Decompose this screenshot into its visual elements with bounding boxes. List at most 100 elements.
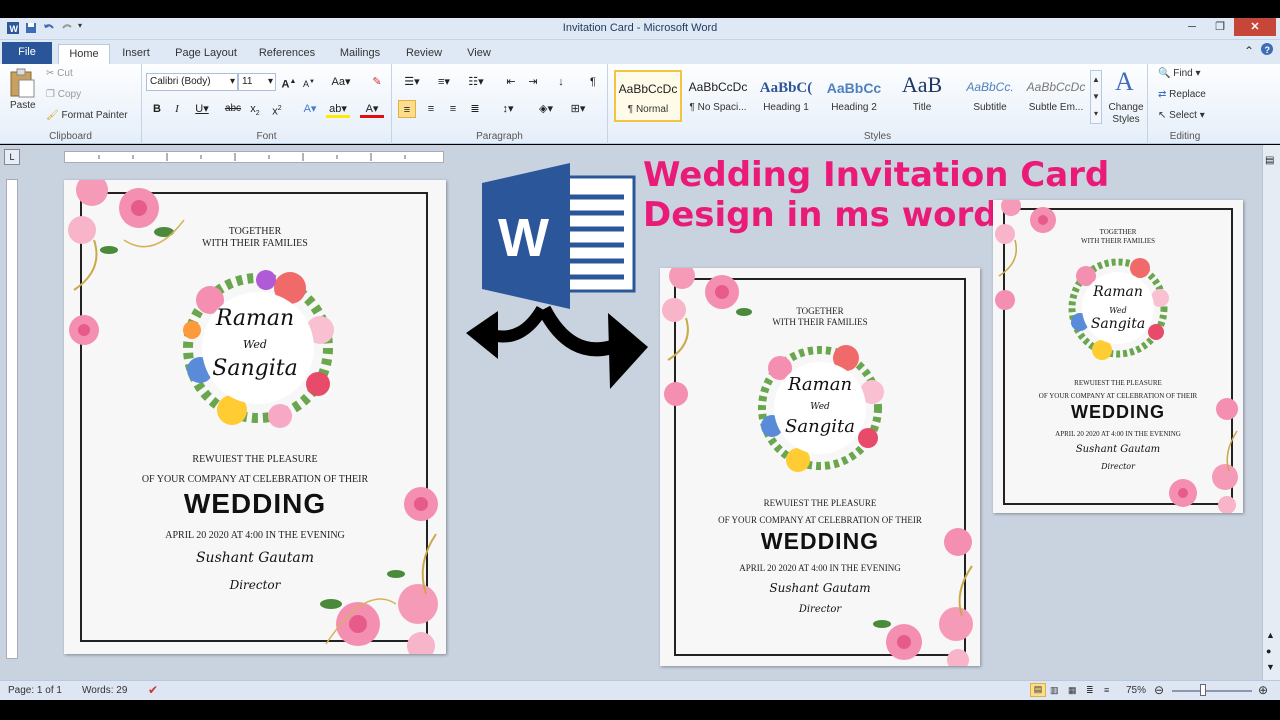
change-styles-icon[interactable]: A (1112, 66, 1142, 99)
tab-review[interactable]: Review (398, 44, 450, 64)
tab-file[interactable]: File (2, 42, 52, 64)
invitation-card-large[interactable]: TOGETHER WITH THEIR FAMILIES Raman Wed S… (64, 180, 446, 654)
find-button[interactable]: 🔍 Find ▾ (1158, 68, 1201, 79)
grow-font-icon[interactable]: A▲ (280, 73, 298, 91)
close-button[interactable]: ✕ (1234, 18, 1276, 36)
style-subtle-emphasis[interactable]: AaBbCcDc Subtle Em... (1022, 70, 1090, 122)
align-left-icon[interactable]: ≡ (398, 100, 416, 118)
card-together: TOGETHER (228, 226, 282, 237)
collapse-ribbon-icon[interactable]: ⌃ (1244, 44, 1254, 58)
format-painter-button[interactable]: 🖌 Format Painter (46, 110, 128, 121)
word-count[interactable]: Words: 29 (82, 685, 127, 696)
invitation-card-small[interactable]: TOGETHER WITH THEIR FAMILIES Raman Wed S… (993, 200, 1243, 513)
copy-label: Copy (57, 89, 82, 100)
tab-home[interactable]: Home (58, 44, 110, 64)
previous-page-icon[interactable]: ▲ (1266, 630, 1275, 640)
numbering-icon[interactable]: ≡▾ (432, 73, 456, 91)
horizontal-ruler[interactable] (64, 151, 444, 163)
clear-formatting-icon[interactable]: ✎ (368, 73, 386, 91)
select-button[interactable]: ↖ Select ▾ (1158, 110, 1205, 121)
next-page-icon[interactable]: ▼ (1266, 662, 1275, 672)
minimize-button[interactable]: ─ (1178, 18, 1206, 36)
paste-button[interactable]: Paste (10, 100, 36, 111)
style-subtitle[interactable]: AaBbCc. Subtitle (956, 70, 1024, 122)
decrease-indent-icon[interactable]: ⇤ (502, 73, 520, 91)
change-case-icon[interactable]: Aa▾ (328, 73, 354, 91)
draft-icon[interactable]: ≡ (1104, 685, 1109, 695)
headline-line-2: Design in ms word (643, 195, 998, 235)
bold-icon[interactable]: B (148, 100, 166, 118)
zoom-in-icon[interactable]: ⊕ (1258, 683, 1268, 697)
increase-indent-icon[interactable]: ⇥ (524, 73, 542, 91)
zoom-slider[interactable] (1172, 690, 1252, 692)
multilevel-list-icon[interactable]: ☷▾ (464, 73, 488, 91)
italic-icon[interactable]: I (168, 100, 186, 118)
borders-icon[interactable]: ⊞▾ (566, 100, 590, 118)
tab-page-layout[interactable]: Page Layout (168, 44, 244, 64)
vertical-ruler[interactable] (6, 179, 18, 659)
style-normal[interactable]: AaBbCcDc ¶ Normal (614, 70, 682, 122)
shading-icon[interactable]: ◈▾ (534, 100, 558, 118)
show-formatting-icon[interactable]: ¶ (584, 73, 602, 91)
print-layout-icon[interactable]: ▤ (1030, 683, 1046, 697)
style-heading-2[interactable]: AaBbCc Heading 2 (820, 70, 888, 122)
change-styles-button[interactable]: Change Styles (1106, 102, 1146, 126)
card-together: TOGETHER (1099, 228, 1137, 236)
zoom-out-icon[interactable]: ⊖ (1154, 683, 1164, 697)
replace-button[interactable]: ⇄ Replace (1158, 89, 1206, 100)
card-role: Director (229, 578, 281, 592)
align-right-icon[interactable]: ≡ (444, 100, 462, 118)
cut-button[interactable]: ✂ Cut (46, 68, 73, 79)
card-signer: Sushant Gautam (769, 581, 871, 595)
sort-icon[interactable]: ↓ (552, 73, 570, 91)
underline-icon[interactable]: U▾ (190, 100, 214, 118)
ruler-toggle-icon[interactable]: ▤ (1265, 155, 1277, 169)
vertical-scrollbar[interactable]: ▤ ▲ ● ▼ (1262, 145, 1280, 680)
shrink-font-icon[interactable]: A▼ (300, 73, 318, 91)
styles-group: AaBbCcDc ¶ Normal AaBbCcDc ¶ No Spaci...… (608, 64, 1148, 144)
justify-icon[interactable]: ≣ (466, 100, 484, 118)
page-count[interactable]: Page: 1 of 1 (8, 685, 62, 696)
highlight-color-icon[interactable]: ab▾ (326, 100, 350, 118)
tab-selector[interactable]: L (4, 149, 20, 165)
strikethrough-icon[interactable]: abc (222, 100, 244, 118)
style-heading-1[interactable]: AaBbC( Heading 1 (752, 70, 820, 122)
browse-object-icon[interactable]: ● (1266, 646, 1271, 656)
style-title[interactable]: AaB Title (888, 70, 956, 122)
proofing-icon[interactable]: ✔ (148, 683, 158, 697)
outline-icon[interactable]: ≣ (1086, 685, 1094, 696)
format-painter-label: Format Painter (61, 110, 128, 121)
help-icon[interactable]: ? (1260, 42, 1274, 59)
copy-button[interactable]: ❐ Copy (46, 89, 81, 100)
svg-text:A: A (1115, 67, 1134, 96)
web-layout-icon[interactable]: ▦ (1068, 685, 1077, 696)
bullets-icon[interactable]: ☰▾ (400, 73, 424, 91)
tab-view[interactable]: View (458, 44, 500, 64)
text-effects-icon[interactable]: A▾ (298, 100, 322, 118)
card-families: WITH THEIR FAMILIES (772, 317, 868, 327)
zoom-level[interactable]: 75% (1126, 685, 1146, 696)
zoom-slider-thumb[interactable] (1200, 684, 1206, 696)
maximize-button[interactable]: ❐ (1206, 18, 1234, 36)
line-spacing-icon[interactable]: ↕▾ (496, 100, 520, 118)
full-screen-reading-icon[interactable]: ▥ (1050, 685, 1059, 696)
tab-insert[interactable]: Insert (116, 44, 156, 64)
style-sample: AaBbCcDc (1026, 80, 1086, 94)
align-center-icon[interactable]: ≡ (422, 100, 440, 118)
tab-references[interactable]: References (254, 44, 320, 64)
clipboard-group: Paste ✂ Cut ❐ Copy 🖌 Format Painter Clip… (0, 64, 142, 144)
font-name-select[interactable]: Calibri (Body) ▾ (146, 73, 238, 91)
style-no-spacing[interactable]: AaBbCcDc ¶ No Spaci... (684, 70, 752, 122)
editing-group-label: Editing (1169, 131, 1201, 142)
tab-mailings[interactable]: Mailings (332, 44, 388, 64)
font-color-icon[interactable]: A▾ (360, 100, 384, 118)
chevron-down-icon: ▾ (267, 76, 273, 87)
font-size-select[interactable]: 11 ▾ (238, 73, 276, 91)
invitation-card-medium[interactable]: TOGETHER WITH THEIR FAMILIES Raman Wed S… (660, 268, 980, 666)
styles-scroll[interactable]: ▲ ▼ ▾ (1090, 70, 1102, 124)
subscript-icon[interactable]: x2 (246, 100, 264, 118)
card-date: APRIL 20 2020 AT 4:00 IN THE EVENING (165, 530, 345, 541)
card-request: REWUIEST THE PLEASURE (192, 454, 318, 465)
superscript-icon[interactable]: x2 (268, 100, 286, 118)
paste-icon[interactable] (8, 68, 36, 101)
